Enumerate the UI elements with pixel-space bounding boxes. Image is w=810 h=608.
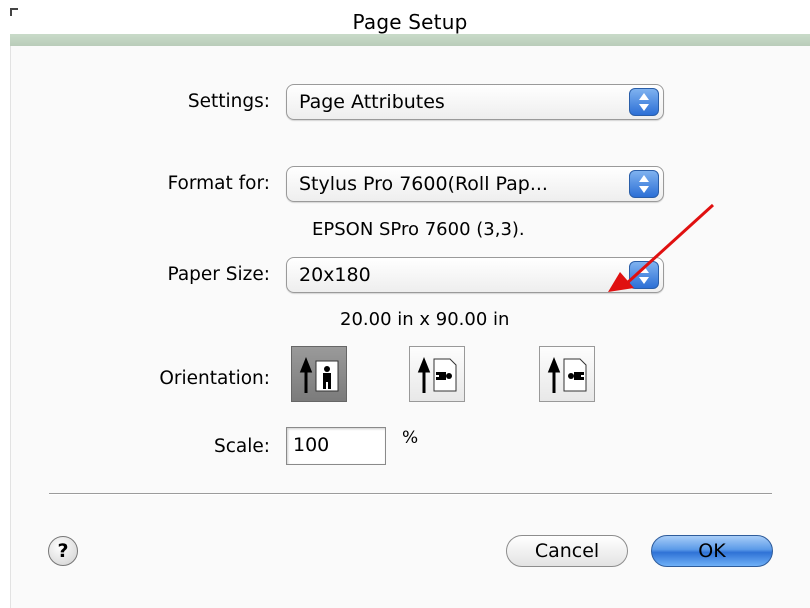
orientation-label: Orientation: — [159, 368, 270, 389]
divider — [49, 493, 772, 495]
format-for-popup[interactable]: Stylus Pro 7600(Roll Pap... — [286, 166, 664, 202]
cancel-button[interactable]: Cancel — [506, 535, 628, 567]
popup-arrows-icon — [629, 88, 659, 116]
reverse-landscape-icon — [547, 356, 587, 393]
printer-info: EPSON SPro 7600 (3,3). — [312, 219, 525, 240]
orientation-portrait-button[interactable] — [291, 346, 347, 402]
scale-input[interactable] — [287, 428, 383, 456]
paper-size-label: Paper Size: — [167, 264, 270, 285]
orientation-reverse-landscape-button[interactable] — [539, 346, 595, 402]
portrait-icon — [299, 356, 339, 393]
ok-button[interactable]: OK — [651, 535, 773, 567]
help-button[interactable]: ? — [48, 536, 78, 566]
popup-arrows-icon — [629, 170, 659, 198]
paper-size-popup[interactable]: 20x180 — [286, 257, 664, 293]
landscape-icon — [417, 356, 457, 393]
settings-label: Settings: — [187, 91, 270, 112]
popup-arrows-icon — [629, 261, 659, 289]
format-for-label: Format for: — [167, 173, 270, 194]
window-title: Page Setup — [352, 10, 468, 34]
orientation-landscape-button[interactable] — [409, 346, 465, 402]
format-for-value: Stylus Pro 7600(Roll Pap... — [299, 173, 548, 195]
paper-dimensions: 20.00 in x 90.00 in — [340, 309, 510, 330]
scale-label: Scale: — [213, 436, 270, 457]
scale-unit: % — [402, 428, 419, 448]
settings-value: Page Attributes — [299, 91, 445, 113]
paper-size-value: 20x180 — [299, 264, 371, 286]
settings-popup[interactable]: Page Attributes — [286, 84, 664, 120]
title-bar-stripe — [10, 34, 810, 46]
scale-field[interactable] — [286, 427, 386, 465]
title-bar: Page Setup — [10, 0, 810, 46]
